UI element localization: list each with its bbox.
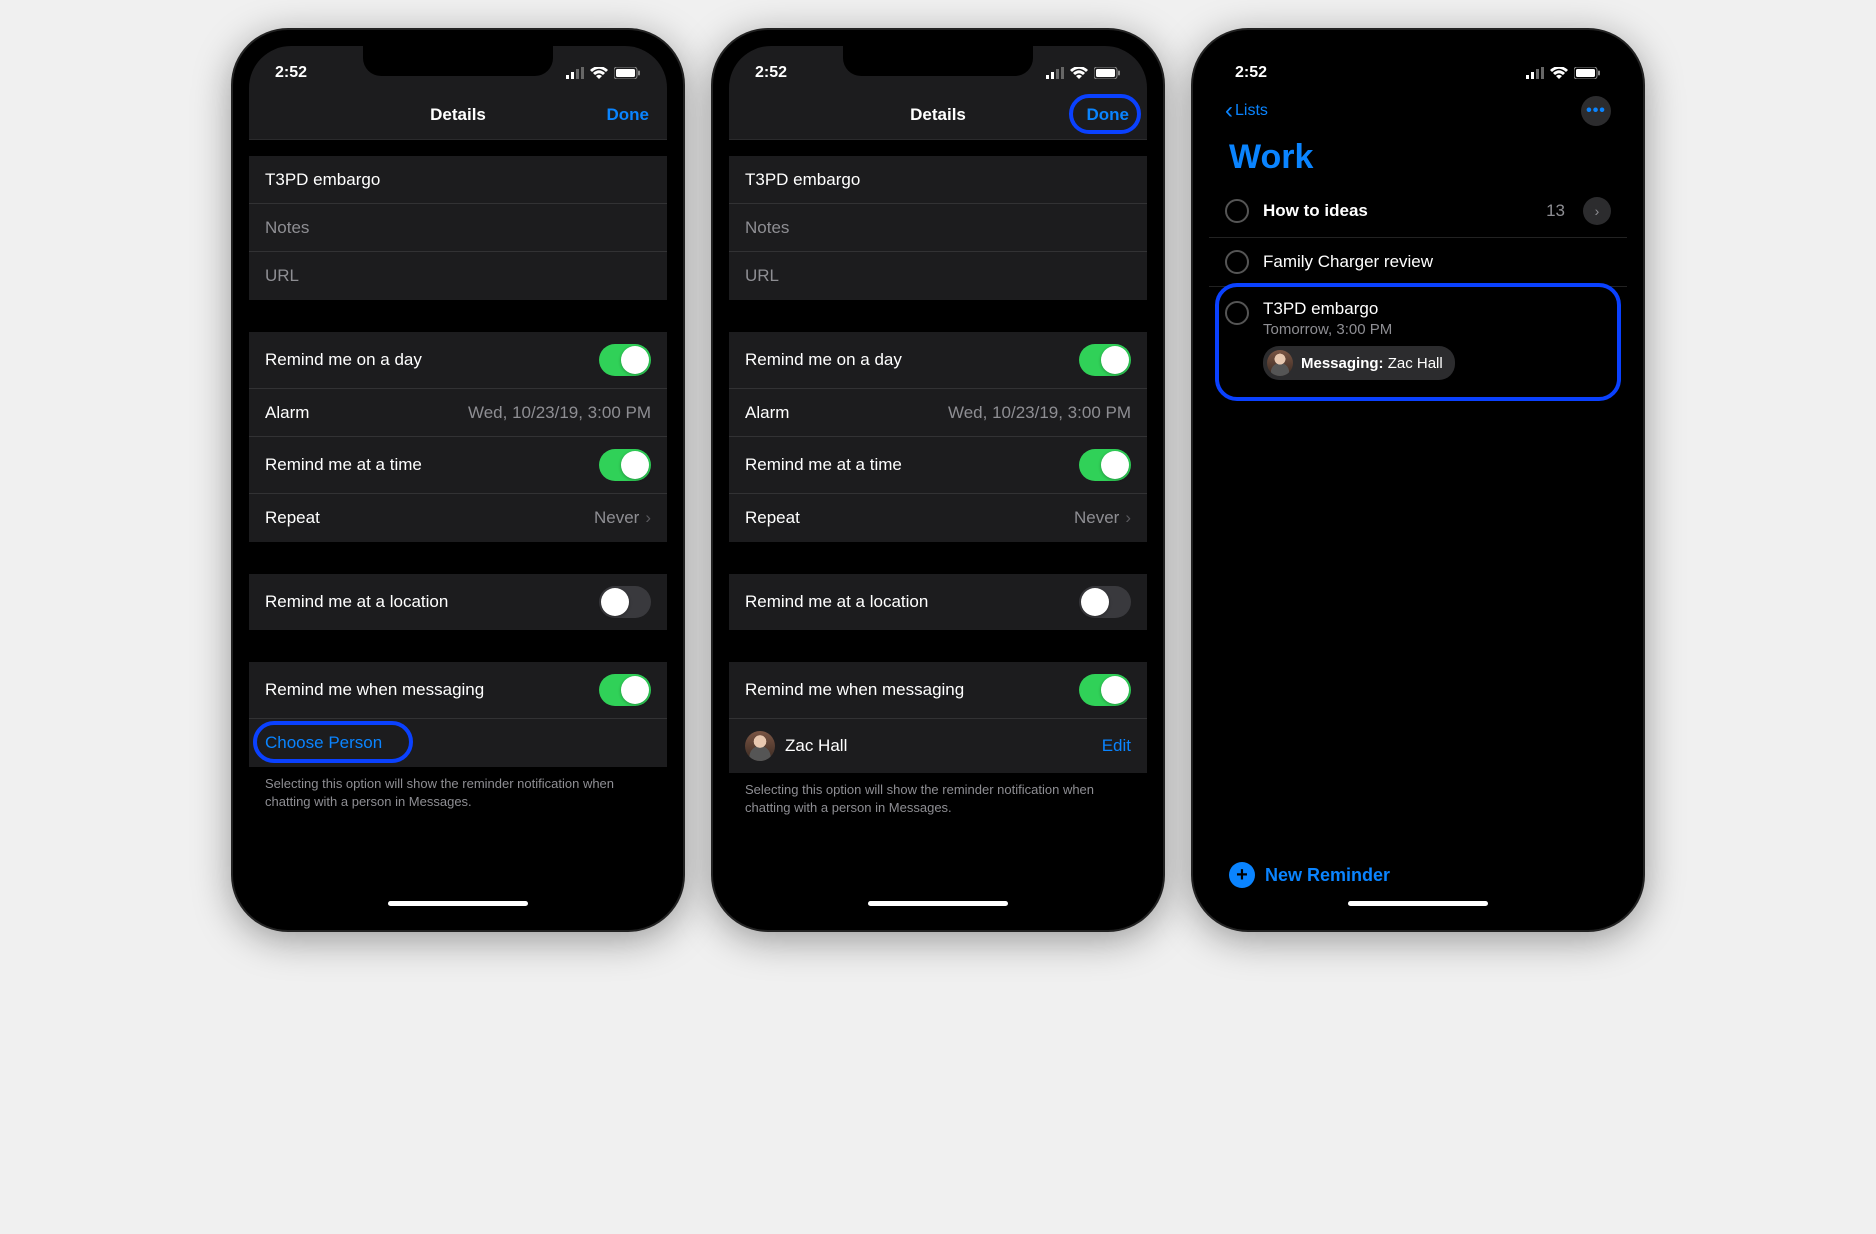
chevron-right-icon: ›: [645, 508, 651, 528]
remind-messaging-row: Remind me when messaging: [729, 662, 1147, 719]
reminder-subtitle: Tomorrow, 3:00 PM: [1263, 321, 1611, 338]
title-field[interactable]: T3PD embargo: [729, 156, 1147, 204]
wifi-icon: [1550, 67, 1568, 79]
remind-location-row: Remind me at a location: [729, 574, 1147, 630]
choose-person-button[interactable]: Choose Person: [265, 733, 382, 753]
back-button[interactable]: ‹ Lists: [1225, 97, 1268, 125]
messaging-person-row[interactable]: Zac Hall Edit: [729, 719, 1147, 773]
disclosure-icon[interactable]: ›: [1583, 197, 1611, 225]
remind-location-row: Remind me at a location: [249, 574, 667, 630]
home-indicator[interactable]: [388, 901, 528, 906]
remind-day-toggle[interactable]: [1079, 344, 1131, 376]
notch: [363, 46, 553, 76]
remind-location-toggle[interactable]: [599, 586, 651, 618]
done-button[interactable]: Done: [607, 105, 650, 125]
chevron-right-icon: ›: [1125, 508, 1131, 528]
radio-icon[interactable]: [1225, 199, 1249, 223]
phone-1: 2:52 Details Done T3PD embargo Notes URL…: [233, 30, 683, 930]
remind-time-toggle[interactable]: [1079, 449, 1131, 481]
url-field[interactable]: URL: [249, 252, 667, 300]
list-title: Work: [1209, 126, 1627, 185]
notes-field[interactable]: Notes: [249, 204, 667, 252]
done-button[interactable]: Done: [1087, 105, 1130, 125]
status-time: 2:52: [275, 64, 307, 82]
wifi-icon: [1070, 67, 1088, 79]
alarm-row[interactable]: Alarm Wed, 10/23/19, 3:00 PM: [729, 389, 1147, 437]
notch: [1323, 46, 1513, 76]
new-reminder-button[interactable]: + New Reminder: [1229, 862, 1390, 888]
list-item[interactable]: Family Charger review: [1209, 238, 1627, 287]
home-indicator[interactable]: [868, 901, 1008, 906]
signal-icon: [566, 67, 584, 79]
remind-time-row: Remind me at a time: [729, 437, 1147, 494]
notch: [843, 46, 1033, 76]
list-item[interactable]: How to ideas 13 ›: [1209, 185, 1627, 238]
footer-note: Selecting this option will show the remi…: [729, 773, 1147, 817]
remind-location-toggle[interactable]: [1079, 586, 1131, 618]
status-time: 2:52: [1235, 64, 1267, 82]
nav-title: Details: [249, 105, 667, 125]
remind-messaging-toggle[interactable]: [599, 674, 651, 706]
messaging-badge: Messaging: Zac Hall: [1263, 346, 1455, 380]
person-name: Zac Hall: [785, 736, 847, 756]
nav-title: Details: [729, 105, 1147, 125]
notes-field[interactable]: Notes: [729, 204, 1147, 252]
repeat-row[interactable]: Repeat Never›: [249, 494, 667, 542]
repeat-row[interactable]: Repeat Never›: [729, 494, 1147, 542]
battery-icon: [614, 67, 641, 79]
remind-day-row: Remind me on a day: [249, 332, 667, 389]
chevron-left-icon: ‹: [1225, 97, 1233, 125]
remind-time-toggle[interactable]: [599, 449, 651, 481]
status-time: 2:52: [755, 64, 787, 82]
nav-bar: Details Done: [249, 90, 667, 140]
radio-icon[interactable]: [1225, 250, 1249, 274]
nav-bar: Details Done: [729, 90, 1147, 140]
home-indicator[interactable]: [1348, 901, 1488, 906]
remind-time-row: Remind me at a time: [249, 437, 667, 494]
wifi-icon: [590, 67, 608, 79]
alarm-row[interactable]: Alarm Wed, 10/23/19, 3:00 PM: [249, 389, 667, 437]
ellipsis-icon: •••: [1586, 102, 1606, 120]
phone-3: 2:52 ‹ Lists ••• Work How to ideas 13 ›: [1193, 30, 1643, 930]
list-item[interactable]: T3PD embargo Tomorrow, 3:00 PM Messaging…: [1209, 287, 1627, 393]
title-field[interactable]: T3PD embargo: [249, 156, 667, 204]
remind-day-row: Remind me on a day: [729, 332, 1147, 389]
remind-messaging-row: Remind me when messaging: [249, 662, 667, 719]
signal-icon: [1526, 67, 1544, 79]
remind-messaging-toggle[interactable]: [1079, 674, 1131, 706]
signal-icon: [1046, 67, 1064, 79]
url-field[interactable]: URL: [729, 252, 1147, 300]
avatar: [745, 731, 775, 761]
plus-circle-icon: +: [1229, 862, 1255, 888]
phone-2: 2:52 Details Done T3PD embargo Notes URL…: [713, 30, 1163, 930]
count-badge: 13: [1546, 201, 1565, 221]
battery-icon: [1094, 67, 1121, 79]
more-button[interactable]: •••: [1581, 96, 1611, 126]
battery-icon: [1574, 67, 1601, 79]
avatar: [1267, 350, 1293, 376]
radio-icon[interactable]: [1225, 301, 1249, 325]
remind-day-toggle[interactable]: [599, 344, 651, 376]
edit-button[interactable]: Edit: [1102, 736, 1131, 756]
footer-note: Selecting this option will show the remi…: [249, 767, 667, 811]
